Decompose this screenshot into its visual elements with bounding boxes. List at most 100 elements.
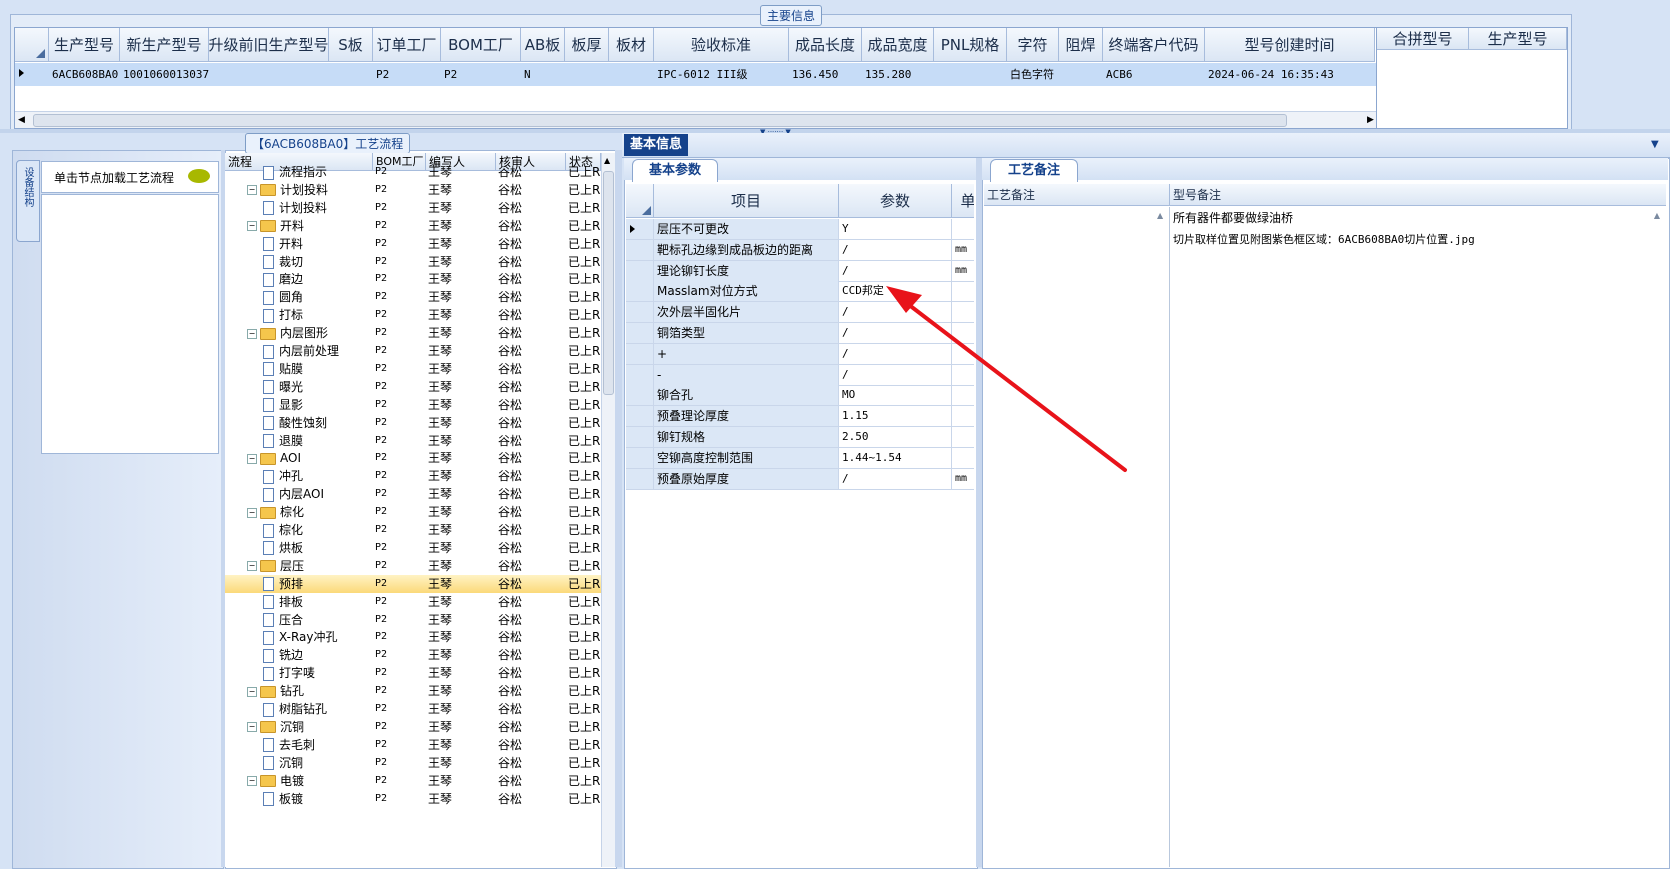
col-header[interactable]: 验收标准 xyxy=(654,28,789,62)
param-value[interactable]: Y xyxy=(839,219,952,239)
basic-info-title[interactable]: 基本信息 xyxy=(624,134,689,156)
tree-row[interactable]: 排板 P2 王琴 谷松 已上R xyxy=(225,593,601,611)
row-cell[interactable]: 10010600130374 xyxy=(120,64,209,86)
center-splitter[interactable] xyxy=(615,150,622,867)
row-selector[interactable] xyxy=(626,219,654,239)
device-tree-area[interactable] xyxy=(41,194,219,454)
param-row[interactable]: 靶标孔边缘到成品板边的距离 / mm xyxy=(626,239,974,261)
scroll-left-icon[interactable]: ◀ xyxy=(18,115,25,125)
collapse-icon[interactable]: − xyxy=(247,686,257,697)
tree-row[interactable]: − 开料 P2 王琴 谷松 已上R xyxy=(225,217,601,235)
model-remarks-header[interactable]: 型号备注 xyxy=(1170,184,1666,206)
basic-params-tab[interactable]: 基本参数 xyxy=(632,159,718,182)
col-header[interactable]: 终端客户代码 xyxy=(1103,28,1205,62)
tree-row[interactable]: 圆角 P2 王琴 谷松 已上R xyxy=(225,288,601,306)
collapse-icon[interactable]: − xyxy=(247,776,257,787)
unit-header[interactable]: 单位 xyxy=(952,184,974,218)
col-header[interactable]: AB板 xyxy=(521,28,565,62)
param-value[interactable]: / xyxy=(839,239,952,260)
collapse-icon[interactable]: − xyxy=(247,507,257,518)
tree-row[interactable]: 压合 P2 王琴 谷松 已上R xyxy=(225,611,601,629)
tree-row[interactable]: 裁切 P2 王琴 谷松 已上R xyxy=(225,253,601,271)
tree-row[interactable]: 内层前处理 P2 王琴 谷松 已上R xyxy=(225,342,601,360)
tree-row[interactable]: − 沉铜 P2 王琴 谷松 已上R xyxy=(225,718,601,736)
tree-row[interactable]: − 钻孔 P2 王琴 谷松 已上R xyxy=(225,682,601,700)
scroll-up-icon[interactable]: ▲ xyxy=(604,156,610,165)
collapse-icon[interactable]: − xyxy=(247,185,257,196)
scroll-thumb[interactable] xyxy=(33,114,1287,127)
tree-row[interactable]: X-Ray冲孔 P2 王琴 谷松 已上R xyxy=(225,628,601,646)
col-header[interactable]: S板 xyxy=(329,28,373,62)
tree-row[interactable]: − 内层图形 P2 王琴 谷松 已上R xyxy=(225,324,601,342)
row-cell[interactable] xyxy=(209,64,329,86)
tree-row[interactable]: − 计划投料 P2 王琴 谷松 已上R xyxy=(225,181,601,199)
device-structure-tab[interactable]: 设备结构 xyxy=(16,160,40,242)
row-cell[interactable] xyxy=(565,64,609,86)
row-cell[interactable] xyxy=(1059,64,1103,86)
col-header[interactable]: 型号创建时间 xyxy=(1205,28,1375,62)
tree-row[interactable]: 冲孔 P2 王琴 谷松 已上R xyxy=(225,467,601,485)
tree-scroll-thumb[interactable] xyxy=(603,171,614,395)
row-cell[interactable]: 白色字符 xyxy=(1007,64,1059,86)
col-header[interactable]: 板厚 xyxy=(565,28,609,62)
row-selector[interactable] xyxy=(626,468,654,489)
row-cell[interactable]: IPC-6012 III级 xyxy=(654,64,789,86)
tree-row[interactable]: 曝光 P2 王琴 谷松 已上R xyxy=(225,378,601,396)
row-selector[interactable] xyxy=(626,281,654,302)
tree-row[interactable]: 板镀 P2 王琴 谷松 已上R xyxy=(225,790,601,808)
tree-row[interactable]: 烘板 P2 王琴 谷松 已上R xyxy=(225,539,601,557)
tree-row[interactable]: 铣边 P2 王琴 谷松 已上R xyxy=(225,646,601,664)
col-header[interactable]: BOM工厂 xyxy=(441,28,521,62)
tree-row[interactable]: 打标 P2 王琴 谷松 已上R xyxy=(225,306,601,324)
tree-row[interactable]: 内层AOI P2 王琴 谷松 已上R xyxy=(225,485,601,503)
tree-vertical-scrollbar[interactable]: ▲ xyxy=(601,153,615,867)
row-cell[interactable]: 2024-06-24 16:35:43 xyxy=(1205,64,1375,86)
item-header[interactable]: 项目 xyxy=(654,184,839,218)
tree-row[interactable]: 退膜 P2 王琴 谷松 已上R xyxy=(225,432,601,450)
row-selector[interactable] xyxy=(626,385,654,406)
row-selector[interactable] xyxy=(626,323,654,343)
row-cell[interactable] xyxy=(329,64,373,86)
tree-row[interactable]: 计划投料 P2 王琴 谷松 已上R xyxy=(225,199,601,217)
row-cell[interactable]: 135.280 xyxy=(862,64,934,86)
tree-row[interactable]: 预排 P2 王琴 谷松 已上R xyxy=(225,574,601,593)
collapse-icon[interactable]: − xyxy=(247,453,257,464)
row-selector[interactable] xyxy=(626,302,654,323)
tree-row[interactable]: 打字唛 P2 王琴 谷松 已上R xyxy=(225,664,601,682)
col-header[interactable]: 生产型号 xyxy=(49,28,120,62)
col-header[interactable]: PNL规格 xyxy=(934,28,1007,62)
row-selector[interactable] xyxy=(626,260,654,281)
tree-row[interactable]: − 层压 P2 王琴 谷松 已上R xyxy=(225,557,601,575)
row-selector[interactable] xyxy=(626,239,654,260)
scroll-up-icon[interactable]: ▲ xyxy=(1654,211,1660,220)
param-header[interactable]: 参数 xyxy=(839,184,952,218)
collapse-icon[interactable]: − xyxy=(247,722,257,733)
row-cell[interactable]: P2 xyxy=(373,64,441,86)
row-cell[interactable]: 136.450 xyxy=(789,64,862,86)
tree-row[interactable]: 酸性蚀刻 P2 王琴 谷松 已上R xyxy=(225,414,601,432)
row-cell[interactable]: N xyxy=(521,64,565,86)
tree-row[interactable]: − AOI P2 王琴 谷松 已上R xyxy=(225,449,601,467)
tree-row[interactable]: − 棕化 P2 王琴 谷松 已上R xyxy=(225,503,601,521)
col-header[interactable]: 字符 xyxy=(1007,28,1059,62)
tree-row[interactable]: 开料 P2 王琴 谷松 已上R xyxy=(225,235,601,253)
tree-row[interactable]: 棕化 P2 王琴 谷松 已上R xyxy=(225,521,601,539)
row-cell[interactable]: 6ACB608BA0 xyxy=(49,64,120,86)
tree-row[interactable]: − 电镀 P2 王琴 谷松 已上R xyxy=(225,772,601,790)
merge-model-header[interactable]: 合拼型号 xyxy=(1377,28,1469,50)
col-header[interactable]: 成品长度 xyxy=(789,28,862,62)
row-cell[interactable]: ACB6 xyxy=(1103,64,1205,86)
tree-row[interactable]: 沉铜 P2 王琴 谷松 已上R xyxy=(225,754,601,772)
collapse-icon[interactable]: − xyxy=(247,328,257,339)
tree-row[interactable]: 树脂钻孔 P2 王琴 谷松 已上R xyxy=(225,700,601,718)
row-selector[interactable] xyxy=(626,364,654,385)
process-remarks-header[interactable]: 工艺备注 xyxy=(984,184,1170,206)
col-header[interactable]: 升级前旧生产型号 xyxy=(209,28,329,62)
param-row[interactable]: 层压不可更改 Y xyxy=(626,219,974,240)
remarks-tab[interactable]: 工艺备注 xyxy=(990,159,1078,182)
row-cell[interactable] xyxy=(934,64,1007,86)
col-header[interactable]: 成品宽度 xyxy=(862,28,934,62)
horizontal-scrollbar[interactable]: ◀ ▶ xyxy=(15,111,1381,128)
collapse-icon[interactable]: − xyxy=(247,561,257,572)
scroll-right-icon[interactable]: ▶ xyxy=(1367,115,1374,125)
